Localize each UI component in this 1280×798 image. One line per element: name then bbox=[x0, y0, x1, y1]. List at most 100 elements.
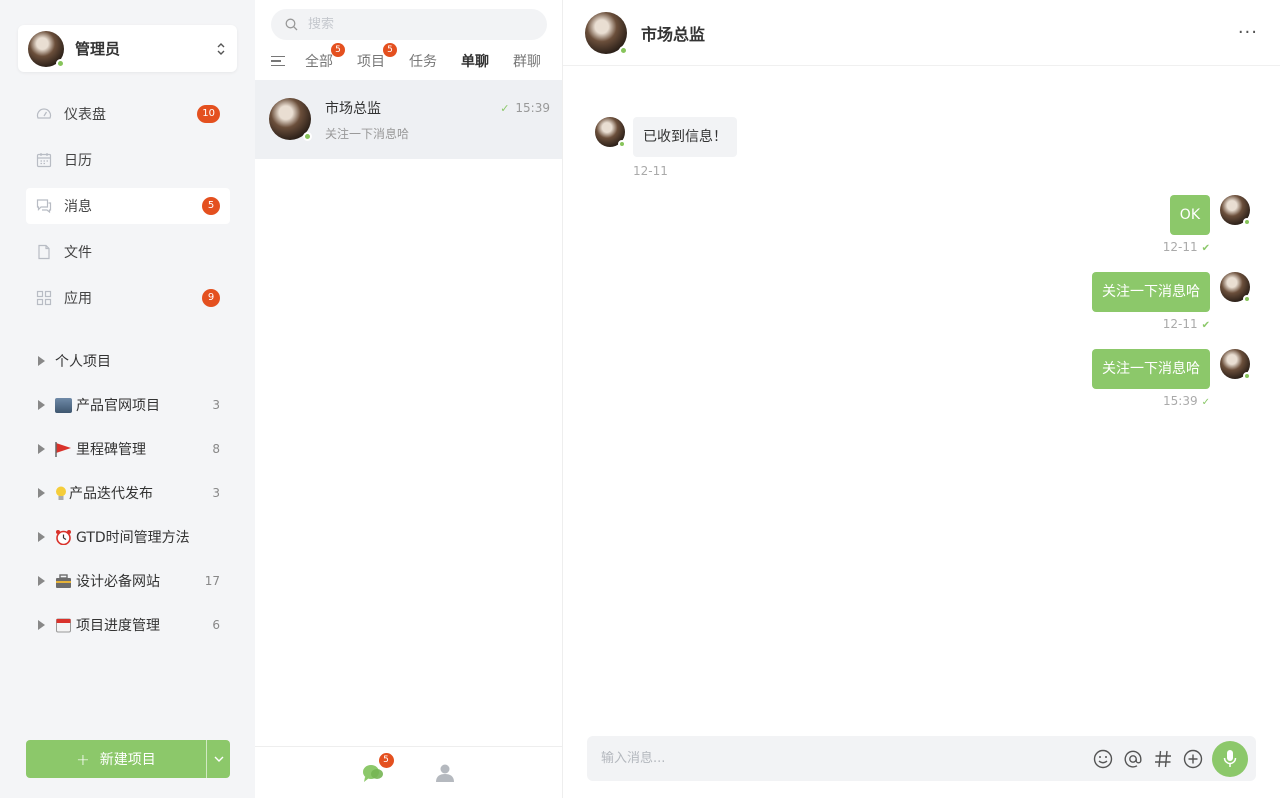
count-badge: 9 bbox=[202, 289, 220, 307]
read-double-check-icon: ✔ bbox=[1201, 243, 1210, 254]
avatar bbox=[28, 30, 65, 68]
project-tree: 个人项目 产品官网项目 3 里程碑管理 8 产品迭代发布 3 GTD时间管理方法… bbox=[26, 339, 230, 647]
project-count: 3 bbox=[212, 398, 220, 412]
message-bubble[interactable]: OK bbox=[1169, 195, 1210, 235]
message-incoming: 已收到信息！ 12-11 bbox=[595, 117, 795, 179]
tab-all[interactable]: 全部 5 bbox=[305, 43, 345, 71]
chat-tab-button[interactable]: 5 bbox=[362, 752, 394, 784]
hashtag-icon[interactable] bbox=[1148, 744, 1178, 774]
tab-direct[interactable]: 单聊 bbox=[461, 51, 489, 71]
avatar bbox=[269, 98, 312, 141]
project-item-personal[interactable]: 个人项目 bbox=[26, 339, 230, 383]
microphone-icon bbox=[1223, 749, 1237, 767]
avatar[interactable] bbox=[1220, 195, 1251, 226]
search-input[interactable] bbox=[308, 17, 528, 32]
message-time: 15:39 ✓ bbox=[1163, 394, 1210, 408]
read-check-icon: ✓ bbox=[1201, 397, 1210, 408]
avatar[interactable] bbox=[1220, 272, 1251, 303]
tab-label: 任务 bbox=[409, 54, 437, 70]
message-composer bbox=[587, 736, 1256, 781]
message-outgoing: 关注一下消息哈 15:39 ✓ bbox=[1000, 349, 1251, 411]
conversation-item[interactable]: 市场总监 ✓ 15:39 关注一下消息哈 bbox=[255, 80, 562, 159]
tab-badge: 5 bbox=[383, 43, 397, 57]
project-item-progress[interactable]: 项目进度管理 6 bbox=[26, 603, 230, 647]
contacts-tab-button[interactable] bbox=[434, 762, 456, 784]
avatar[interactable] bbox=[1220, 349, 1251, 380]
user-name: 管理员 bbox=[75, 40, 121, 58]
sidebar-item-apps[interactable]: 应用 9 bbox=[26, 280, 230, 316]
contacts-person-icon bbox=[435, 764, 454, 782]
file-icon bbox=[36, 244, 52, 260]
sidebar-item-dashboard[interactable]: 仪表盘 10 bbox=[26, 96, 230, 132]
online-status-dot bbox=[618, 140, 626, 148]
project-item-milestone[interactable]: 里程碑管理 8 bbox=[26, 427, 230, 471]
message-input[interactable] bbox=[601, 751, 1088, 766]
dashboard-icon bbox=[36, 106, 52, 122]
expand-triangle-icon[interactable] bbox=[38, 620, 45, 630]
sidebar-item-label: 仪表盘 bbox=[64, 107, 106, 123]
conversation-preview: 关注一下消息哈 bbox=[325, 127, 410, 141]
online-status-dot bbox=[303, 132, 312, 141]
message-bubble[interactable]: 关注一下消息哈 bbox=[1092, 272, 1210, 312]
project-item-iteration[interactable]: 产品迭代发布 3 bbox=[26, 471, 230, 515]
tab-label: 群聊 bbox=[513, 54, 541, 70]
sidebar-item-label: 文件 bbox=[64, 245, 92, 261]
search-bar[interactable] bbox=[271, 9, 547, 40]
project-item-gtd[interactable]: GTD时间管理方法 bbox=[26, 515, 230, 559]
building-emoji-icon bbox=[55, 397, 72, 413]
alarm-clock-emoji-icon bbox=[55, 529, 72, 545]
project-name: GTD时间管理方法 bbox=[76, 530, 190, 546]
tab-groups[interactable]: 群聊 bbox=[513, 51, 541, 71]
message-time: 12-11 ✔ bbox=[1163, 317, 1210, 331]
online-status-dot bbox=[1243, 218, 1251, 226]
count-badge: 5 bbox=[202, 197, 220, 215]
new-project-main[interactable]: + 新建项目 bbox=[26, 740, 206, 778]
conversation-info: 市场总监 ✓ 15:39 关注一下消息哈 bbox=[325, 98, 550, 159]
user-switcher[interactable]: 管理员 bbox=[18, 25, 237, 72]
menu-icon[interactable] bbox=[271, 55, 285, 67]
emoji-icon[interactable] bbox=[1088, 744, 1118, 774]
message-bubble[interactable]: 关注一下消息哈 bbox=[1092, 349, 1210, 389]
expand-triangle-icon[interactable] bbox=[38, 576, 45, 586]
project-count: 8 bbox=[212, 442, 220, 456]
project-count: 17 bbox=[204, 574, 220, 588]
new-project-button[interactable]: + 新建项目 bbox=[26, 740, 230, 778]
sidebar-item-calendar[interactable]: 日历 bbox=[26, 142, 230, 178]
project-name: 设计必备网站 bbox=[76, 574, 160, 590]
expand-triangle-icon[interactable] bbox=[38, 356, 45, 366]
expand-triangle-icon[interactable] bbox=[38, 444, 45, 454]
avatar[interactable] bbox=[595, 117, 626, 148]
sidebar-item-messages[interactable]: 消息 5 bbox=[26, 188, 230, 224]
sidebar-item-label: 应用 bbox=[64, 291, 92, 307]
count-badge: 10 bbox=[197, 105, 220, 123]
expand-triangle-icon[interactable] bbox=[38, 488, 45, 498]
chat-panel: 市场总监 ··· 已收到信息！ 12-11 OK 12-11 ✔ 关注一下消息哈 … bbox=[563, 0, 1280, 798]
chevron-up-down-icon[interactable] bbox=[215, 40, 227, 58]
message-time-text: 12-11 bbox=[1162, 317, 1198, 331]
mention-icon[interactable] bbox=[1118, 744, 1148, 774]
online-status-dot bbox=[1243, 372, 1251, 380]
chevron-down-icon bbox=[214, 756, 223, 762]
project-item-design-sites[interactable]: 设计必备网站 17 bbox=[26, 559, 230, 603]
more-options-icon[interactable]: ··· bbox=[1238, 22, 1258, 43]
new-project-dropdown[interactable] bbox=[206, 740, 230, 778]
project-count: 6 bbox=[212, 618, 220, 632]
project-item-website[interactable]: 产品官网项目 3 bbox=[26, 383, 230, 427]
avatar[interactable] bbox=[585, 11, 628, 55]
voice-button[interactable] bbox=[1212, 740, 1248, 777]
project-name: 产品迭代发布 bbox=[69, 486, 153, 502]
conversation-panel: 全部 5 项目 5 任务 单聊 群聊 市场总监 ✓ bbox=[255, 0, 563, 798]
search-icon bbox=[285, 18, 298, 31]
project-count: 3 bbox=[212, 486, 220, 500]
message-bubble[interactable]: 已收到信息！ bbox=[633, 117, 737, 157]
add-circle-icon[interactable] bbox=[1178, 744, 1208, 774]
conversation-row: 市场总监 ✓ 15:39 bbox=[325, 98, 550, 118]
expand-triangle-icon[interactable] bbox=[38, 400, 45, 410]
tab-projects[interactable]: 项目 5 bbox=[357, 43, 397, 71]
tab-tasks[interactable]: 任务 bbox=[409, 51, 437, 71]
message-outgoing: OK 12-11 ✔ bbox=[1080, 195, 1251, 257]
expand-triangle-icon[interactable] bbox=[38, 532, 45, 542]
read-double-check-icon: ✔ bbox=[1201, 320, 1210, 331]
sidebar-item-files[interactable]: 文件 bbox=[26, 234, 230, 270]
message-time: 12-11 ✔ bbox=[1163, 240, 1210, 254]
